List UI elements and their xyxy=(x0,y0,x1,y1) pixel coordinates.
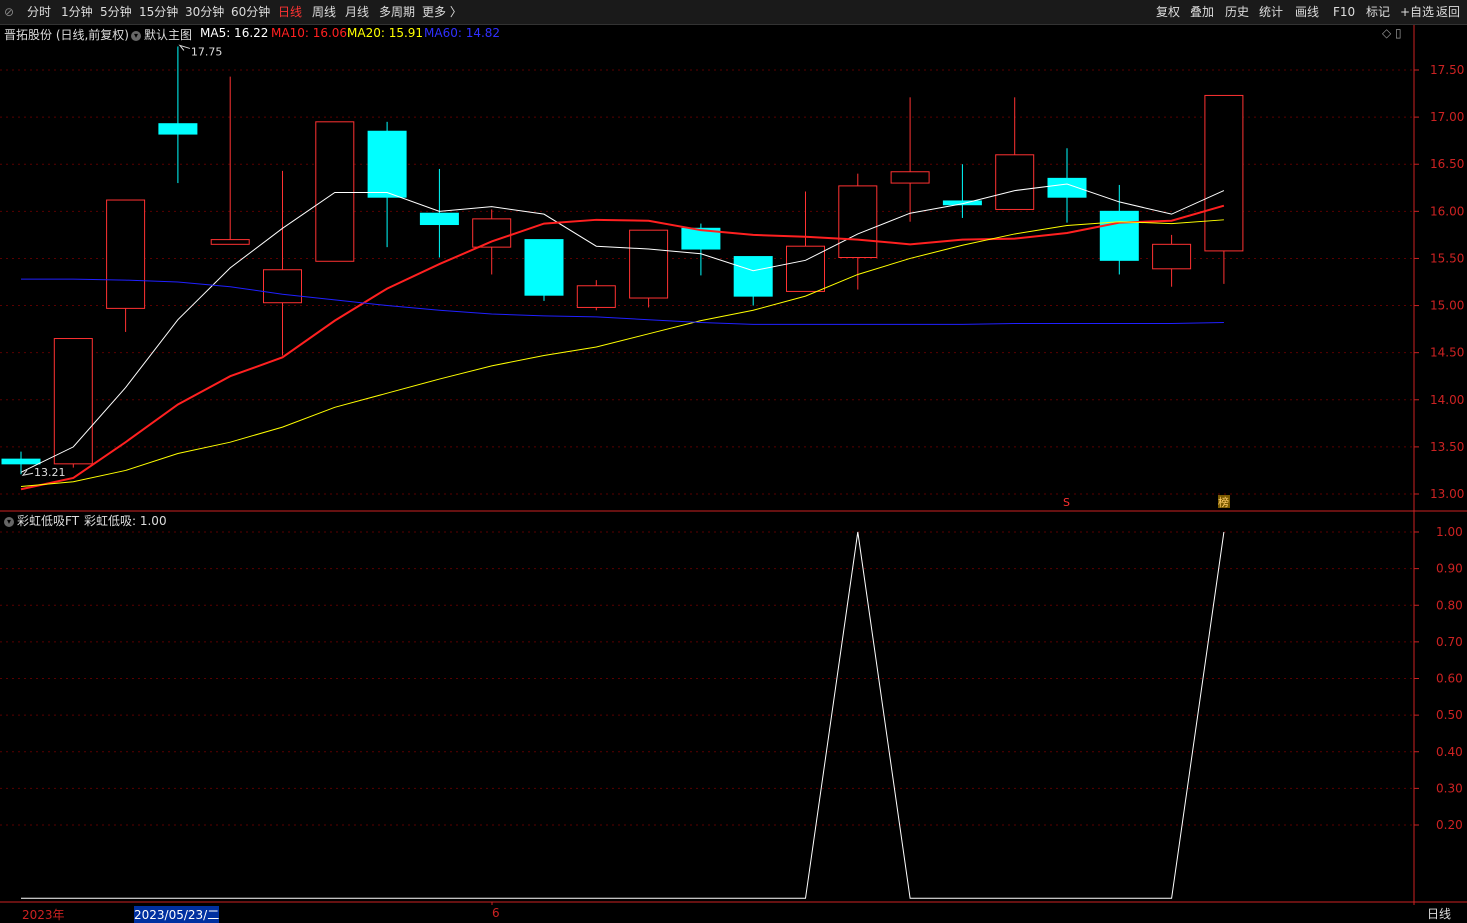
high-marker-arrow xyxy=(178,44,191,51)
candle-body xyxy=(158,123,198,135)
period-tab-1[interactable]: 1分钟 xyxy=(61,0,93,24)
y-tick-label: 15.00 xyxy=(1430,299,1464,313)
low-marker: 13.21 xyxy=(34,466,66,479)
period-tab-7[interactable]: 周线 xyxy=(312,0,336,24)
candle-body xyxy=(890,171,930,184)
candle-body xyxy=(367,130,407,198)
candle-body xyxy=(1099,210,1139,261)
signal-s-marker: S xyxy=(1063,496,1070,509)
candle-body xyxy=(1,458,41,465)
sub-y-tick-label: 0.40 xyxy=(1436,745,1463,759)
sub-y-tick-label: 1.00 xyxy=(1436,525,1463,539)
month-label: 6 xyxy=(492,906,500,920)
candle-body xyxy=(786,245,825,292)
candle-body xyxy=(1152,243,1192,270)
ma-line-ma60 xyxy=(21,278,1224,325)
period-tab-6[interactable]: 日线 xyxy=(278,0,302,24)
collapse-icon[interactable]: ⊘ xyxy=(4,0,14,24)
toolbar-button-5[interactable]: F10 xyxy=(1333,0,1355,24)
y-tick-label: 16.00 xyxy=(1430,204,1464,218)
toolbar-button-7[interactable]: +自选 xyxy=(1400,0,1434,24)
period-tab-4[interactable]: 30分钟 xyxy=(185,0,224,24)
candle-body xyxy=(472,218,512,248)
period-tab-5[interactable]: 60分钟 xyxy=(231,0,270,24)
signal-bang-marker: 榜 xyxy=(1218,495,1229,509)
toolbar-button-1[interactable]: 叠加 xyxy=(1190,0,1214,24)
candle-body xyxy=(210,239,250,245)
toolbar-button-6[interactable]: 标记 xyxy=(1366,0,1390,24)
y-tick-label: 17.50 xyxy=(1430,63,1464,77)
sub-y-tick-label: 0.20 xyxy=(1436,818,1463,832)
high-marker: 17.75 xyxy=(191,45,223,58)
period-tag[interactable]: 日线 xyxy=(1427,905,1451,922)
period-tab-9[interactable]: 多周期 xyxy=(379,0,415,24)
y-tick-label: 13.00 xyxy=(1430,487,1464,501)
price-chart[interactable]: 13.00 13.50 14.00 14.50 15.00 15.50 16.00 16.50… xyxy=(0,25,1467,905)
period-tab-3[interactable]: 15分钟 xyxy=(139,0,178,24)
candle-body xyxy=(576,285,616,308)
candle-body xyxy=(419,212,459,226)
y-tick-label: 13.50 xyxy=(1430,440,1464,454)
candle-body xyxy=(995,154,1035,210)
candle-body xyxy=(838,185,878,259)
year-label: 2023年 xyxy=(22,908,65,922)
sub-y-tick-label: 0.80 xyxy=(1436,598,1463,612)
candle-body xyxy=(263,269,302,304)
sub-y-tick-label: 0.50 xyxy=(1436,708,1463,722)
period-tab-8[interactable]: 月线 xyxy=(345,0,369,24)
candle-body xyxy=(1204,94,1244,252)
sub-y-tick-label: 0.60 xyxy=(1436,672,1463,686)
period-tab-10[interactable]: 更多 〉 xyxy=(422,0,462,24)
period-tab-2[interactable]: 5分钟 xyxy=(100,0,132,24)
ma-line-ma20 xyxy=(20,219,1224,487)
candle-body xyxy=(629,229,669,299)
toolbar-button-0[interactable]: 复权 xyxy=(1156,0,1180,24)
y-tick-label: 17.00 xyxy=(1430,110,1464,124)
cursor-date-label: 2023/05/23/二 xyxy=(134,906,220,923)
period-tab-0[interactable]: 分时 xyxy=(27,0,51,24)
sub-y-tick-label: 0.90 xyxy=(1436,562,1463,576)
candle-body xyxy=(733,256,773,297)
y-tick-label: 15.50 xyxy=(1430,251,1464,265)
ma-line-ma5 xyxy=(20,183,1225,473)
y-tick-label: 14.00 xyxy=(1430,393,1464,407)
sub-y-tick-label: 0.70 xyxy=(1436,635,1463,649)
toolbar-button-3[interactable]: 统计 xyxy=(1259,0,1283,24)
toolbar-button-8[interactable]: 返回 xyxy=(1436,0,1460,24)
candle-body xyxy=(53,338,93,465)
toolbar-button-4[interactable]: 画线 xyxy=(1295,0,1319,24)
y-tick-label: 14.50 xyxy=(1430,346,1464,360)
top-toolbar: ⊘ 分时 1分钟 5分钟 15分钟 30分钟 60分钟 日线 周线 月线 多周期 更多 〉 复权 叠加… xyxy=(0,0,1467,25)
toolbar-button-2[interactable]: 历史 xyxy=(1225,0,1249,24)
rainbow-indicator-line xyxy=(21,531,1225,899)
sub-y-tick-label: 0.30 xyxy=(1436,781,1463,795)
candle-body xyxy=(524,239,564,296)
y-tick-label: 16.50 xyxy=(1430,157,1464,171)
candle-body xyxy=(1047,177,1087,198)
candle-body xyxy=(106,199,146,309)
ma-line-ma10 xyxy=(20,204,1225,491)
candle-body xyxy=(315,121,355,262)
